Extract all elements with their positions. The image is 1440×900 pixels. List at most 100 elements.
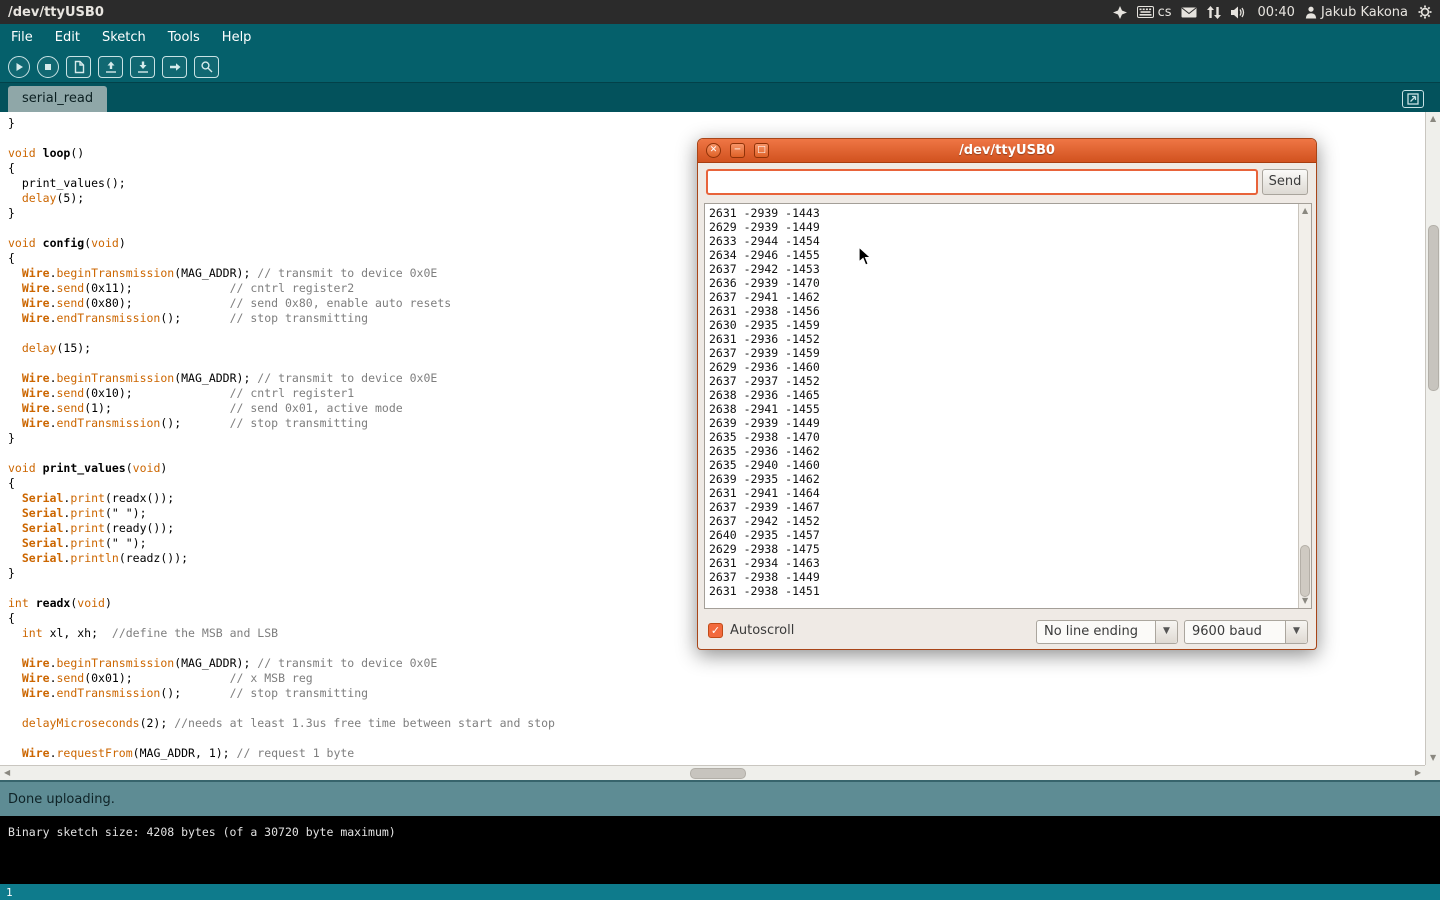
code-line: {: [8, 611, 555, 626]
stop-button[interactable]: [37, 56, 59, 78]
keyboard-layout-indicator[interactable]: cs: [1137, 5, 1172, 20]
menu-help[interactable]: Help: [211, 24, 263, 52]
serial-send-input[interactable]: [706, 169, 1258, 195]
session-menu[interactable]: [1418, 5, 1432, 19]
serial-output-line: 2637 -2942 -1453: [709, 262, 820, 276]
serial-output-line: 2629 -2938 -1475: [709, 542, 820, 556]
serial-scrollbar[interactable]: ▲ ▼: [1298, 204, 1311, 608]
code-line: print_values();: [8, 176, 555, 191]
menu-file[interactable]: File: [0, 24, 44, 52]
scroll-up-arrow[interactable]: ▲: [1430, 115, 1436, 123]
user-menu[interactable]: Jakub Kakona: [1305, 5, 1408, 20]
serial-output-line: 2637 -2939 -1459: [709, 346, 820, 360]
code-line: Serial.println(readz());: [8, 551, 555, 566]
menu-edit[interactable]: Edit: [44, 24, 91, 52]
code-line: int xl, xh; //define the MSB and LSB: [8, 626, 555, 641]
serial-monitor-button[interactable]: [194, 56, 219, 78]
clock-indicator[interactable]: 00:40: [1257, 5, 1294, 20]
code-line: Wire.beginTransmission(MAG_ADDR); // tra…: [8, 656, 555, 671]
ide-console: Binary sketch size: 4208 bytes (of a 307…: [0, 816, 1440, 884]
editor-horizontal-scrollbar[interactable]: ◀ ▶: [0, 765, 1425, 780]
serial-scroll-down-arrow[interactable]: ▼: [1302, 597, 1308, 605]
serial-output-line: 2638 -2941 -1455: [709, 402, 820, 416]
editor-hscroll-thumb[interactable]: [690, 768, 746, 779]
window-maximize-button[interactable]: □: [754, 143, 769, 158]
serial-output-line: 2635 -2936 -1462: [709, 444, 820, 458]
volume-indicator[interactable]: [1231, 6, 1247, 19]
chevron-down-icon[interactable]: ▼: [1285, 621, 1307, 643]
menu-tools[interactable]: Tools: [157, 24, 211, 52]
mail-indicator[interactable]: [1181, 7, 1197, 18]
open-button[interactable]: [98, 56, 123, 78]
code-line: }: [8, 206, 555, 221]
code-line: Wire.send(0x10); // cntrl register1: [8, 386, 555, 401]
autoscroll-label: Autoscroll: [730, 623, 794, 638]
code-line: Wire.beginTransmission(MAG_ADDR); // tra…: [8, 371, 555, 386]
code-line: Serial.print(" ");: [8, 536, 555, 551]
code-line: {: [8, 161, 555, 176]
code-line: Serial.print(" ");: [8, 506, 555, 521]
code-line: [8, 731, 555, 746]
autoscroll-checkbox[interactable]: ✓: [708, 623, 723, 638]
scrollbar-corner: [1425, 765, 1440, 780]
scroll-down-arrow[interactable]: ▼: [1430, 754, 1436, 762]
indicator-applet-icon[interactable]: [1113, 6, 1127, 19]
tab-menu-icon: [1407, 93, 1419, 105]
serial-output-line: 2631 -2938 -1456: [709, 304, 820, 318]
current-line-indicator: 1: [6, 886, 13, 899]
editor-vertical-scrollbar[interactable]: ▲ ▼: [1425, 112, 1440, 765]
window-minimize-button[interactable]: ─: [730, 143, 745, 158]
code-line: Wire.send(0x01); // x MSB reg: [8, 671, 555, 686]
scroll-right-arrow[interactable]: ▶: [1415, 769, 1421, 777]
tab-serial-read[interactable]: serial_read: [8, 86, 107, 112]
chevron-down-icon[interactable]: ▼: [1155, 621, 1177, 643]
verify-button[interactable]: [8, 56, 30, 78]
ide-toolbar: [0, 52, 1440, 82]
network-sync-indicator[interactable]: [1207, 6, 1221, 19]
menu-sketch[interactable]: Sketch: [91, 24, 157, 52]
code-line: Wire.send(0x80); // send 0x80, enable au…: [8, 296, 555, 311]
code-line: void loop(): [8, 146, 555, 161]
code-line: void config(void): [8, 236, 555, 251]
code-line: [8, 221, 555, 236]
serial-output-area: 2631 -2939 -14432629 -2939 -14492633 -29…: [704, 203, 1312, 609]
speaker-icon: [1231, 6, 1247, 19]
serial-output-line: 2635 -2940 -1460: [709, 458, 820, 472]
editor-vscroll-thumb[interactable]: [1428, 225, 1439, 391]
serial-window-titlebar[interactable]: /dev/ttyUSB0 ✕ ─ □: [698, 139, 1316, 163]
serial-output-line: 2630 -2935 -1459: [709, 318, 820, 332]
code-line: void print_values(void): [8, 461, 555, 476]
scroll-left-arrow[interactable]: ◀: [4, 769, 10, 777]
code-line: Wire.endTransmission(); // stop transmit…: [8, 686, 555, 701]
code-line: [8, 356, 555, 371]
code-line: }: [8, 116, 555, 131]
ide-menu-bar: FileEditSketchToolsHelp: [0, 24, 1440, 52]
baud-rate-dropdown[interactable]: 9600 baud ▼: [1184, 620, 1308, 644]
upload-button[interactable]: [162, 56, 187, 78]
serial-output-line: 2631 -2938 -1451: [709, 584, 820, 598]
tab-menu-button[interactable]: [1402, 90, 1424, 108]
serial-output-line: 2639 -2935 -1462: [709, 472, 820, 486]
code-line: }: [8, 431, 555, 446]
line-ending-dropdown[interactable]: No line ending ▼: [1036, 620, 1178, 644]
code-line: Wire.send(1); // send 0x01, active mode: [8, 401, 555, 416]
clock-label: 00:40: [1257, 5, 1294, 20]
save-button[interactable]: [130, 56, 155, 78]
code-line: int readx(void): [8, 596, 555, 611]
window-close-button[interactable]: ✕: [706, 143, 721, 158]
serial-output-line: 2631 -2934 -1463: [709, 556, 820, 570]
serial-scroll-thumb[interactable]: [1300, 545, 1310, 597]
serial-output-line: 2631 -2941 -1464: [709, 486, 820, 500]
serial-output-line: 2631 -2939 -1443: [709, 206, 820, 220]
code-line: Serial.print(readx());: [8, 491, 555, 506]
code-line: [8, 326, 555, 341]
serial-scroll-up-arrow[interactable]: ▲: [1302, 207, 1308, 215]
code-line: [8, 446, 555, 461]
new-button[interactable]: [66, 56, 91, 78]
code-text: } void loop(){ print_values(); delay(5);…: [8, 116, 555, 761]
send-button[interactable]: Send: [1262, 169, 1308, 195]
status-message: Done uploading.: [8, 792, 115, 807]
code-line: {: [8, 251, 555, 266]
code-line: Wire.endTransmission(); // stop transmit…: [8, 416, 555, 431]
code-line: [8, 701, 555, 716]
